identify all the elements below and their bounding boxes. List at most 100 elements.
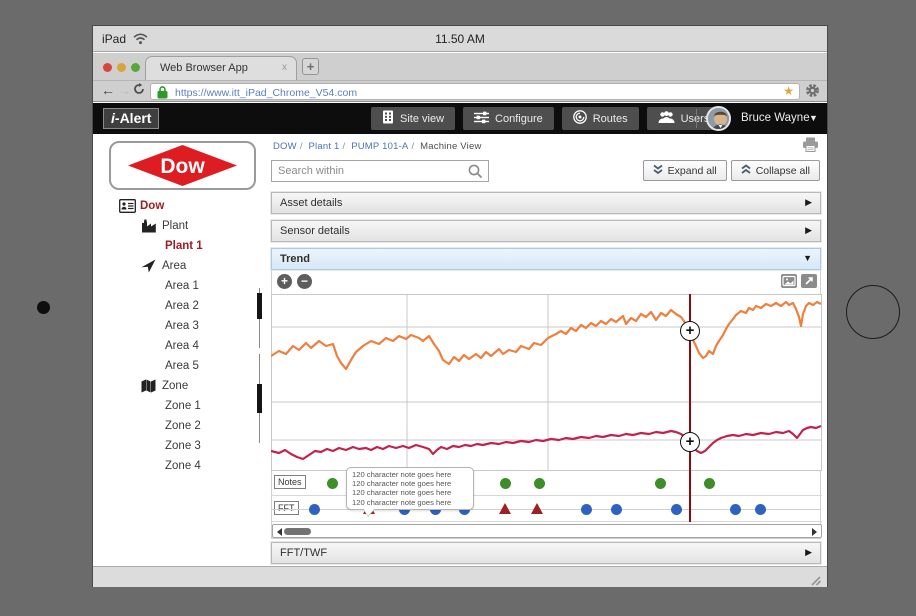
cursor-marker-upper[interactable]: + — [680, 321, 700, 341]
note-marker[interactable] — [327, 478, 338, 489]
cursor-marker-lower[interactable]: + — [680, 432, 700, 452]
fft-data-marker[interactable] — [581, 504, 592, 515]
dow-logo-text: Dow — [160, 155, 205, 178]
note-tooltip-line: 120 character note goes here — [352, 498, 468, 507]
app-bar-buttons: Site view Configure Routes Users — [371, 107, 720, 130]
routes-button[interactable]: Routes — [562, 107, 639, 130]
configure-button[interactable]: Configure — [463, 107, 554, 130]
double-chevron-down-icon — [653, 164, 663, 178]
user-avatar[interactable] — [706, 106, 731, 131]
fft-data-marker[interactable] — [730, 504, 741, 515]
url-text: https://www.itt_iPad_Chrome_V54.com — [175, 87, 357, 99]
user-menu-caret-icon[interactable]: ▼ — [809, 113, 818, 123]
tree-item-label: Zone 1 — [165, 400, 201, 412]
tree-item-zone[interactable]: Zone — [93, 376, 271, 396]
note-tooltip-line: 120 character note goes here — [352, 479, 468, 488]
note-marker[interactable] — [704, 478, 715, 489]
trend-chart[interactable] — [271, 294, 822, 471]
user-name[interactable]: Bruce Wayne — [741, 112, 810, 124]
fft-data-marker[interactable] — [611, 504, 622, 515]
expand-all-label: Expand all — [668, 165, 717, 177]
upper-panel-vscrollbar-thumb[interactable] — [257, 293, 262, 319]
note-marker[interactable] — [500, 478, 511, 489]
tree-item-label: Zone 4 — [165, 460, 201, 472]
breadcrumb-link[interactable]: DOW — [273, 141, 297, 152]
accordion-trend[interactable]: Trend ▼ — [271, 248, 821, 270]
tree-item-label: Area 1 — [165, 280, 199, 292]
fullscreen-icon[interactable] — [801, 274, 817, 288]
trend-panel: + − Notes FFT — [271, 271, 821, 539]
lower-panel-vscrollbar-thumb[interactable] — [257, 384, 262, 413]
scroll-right-icon[interactable] — [812, 528, 817, 536]
new-tab-button[interactable]: + — [302, 58, 319, 75]
home-button[interactable] — [846, 285, 900, 339]
zoom-out-button[interactable]: − — [297, 274, 312, 289]
trend-label: Trend — [280, 253, 310, 265]
breadcrumb-link[interactable]: Plant 1 — [309, 141, 340, 152]
main-panel: DOW/ Plant 1/ PUMP 101-A/ Machine View — [271, 134, 821, 566]
zoom-in-button[interactable]: + — [277, 274, 292, 289]
fft-alarm-triangle-marker[interactable] — [531, 503, 543, 514]
maximize-window-light[interactable] — [131, 63, 140, 72]
scroll-left-icon[interactable] — [277, 528, 282, 536]
hscrollbar-thumb[interactable] — [284, 528, 311, 535]
accordion-asset-details[interactable]: Asset details ▶ — [271, 192, 821, 214]
minimize-window-light[interactable] — [117, 63, 126, 72]
tab-close-icon[interactable]: x — [282, 62, 287, 73]
chart-plot-area[interactable] — [272, 295, 822, 471]
tree-item-plant[interactable]: Plant — [93, 216, 271, 236]
factory-icon — [141, 219, 158, 234]
site-view-label: Site view — [400, 113, 444, 125]
users-icon — [658, 111, 675, 127]
refresh-icon[interactable] — [133, 82, 145, 98]
chevron-down-icon: ▼ — [803, 253, 812, 263]
forward-icon[interactable]: → — [117, 82, 131, 98]
tree-item-label: Zone — [162, 380, 188, 392]
building-icon — [382, 110, 394, 127]
tree-item-area-2[interactable]: Area 2 — [93, 296, 271, 316]
tree-item-zone-2[interactable]: Zone 2 — [93, 416, 271, 436]
print-icon[interactable] — [802, 137, 819, 157]
tree-item-dow[interactable]: Dow — [93, 196, 271, 216]
fft-data-marker[interactable] — [671, 504, 682, 515]
fft-data-marker[interactable] — [309, 504, 320, 515]
tree-item-label: Area 2 — [165, 300, 199, 312]
breadcrumb-link[interactable]: PUMP 101-A — [351, 141, 408, 152]
close-window-light[interactable] — [103, 63, 112, 72]
settings-gear-icon[interactable] — [805, 83, 820, 103]
search-icon[interactable] — [468, 164, 483, 184]
search-input[interactable] — [278, 162, 458, 180]
tree-item-label: Area 3 — [165, 320, 199, 332]
site-view-button[interactable]: Site view — [371, 107, 455, 130]
tree-item-plant-1[interactable]: Plant 1 — [93, 236, 271, 256]
status-time: 11.50 AM — [93, 32, 827, 46]
tree-item-area-4[interactable]: Area 4 — [93, 336, 271, 356]
tree-item-label: Dow — [140, 200, 164, 212]
tree-item-zone-3[interactable]: Zone 3 — [93, 436, 271, 456]
resize-handle-icon[interactable] — [808, 573, 821, 591]
expand-all-button[interactable]: Expand all — [643, 160, 727, 181]
collapse-all-button[interactable]: Collapse all — [731, 160, 820, 181]
browser-tab[interactable]: Web Browser App x — [145, 56, 297, 80]
asset-details-label: Asset details — [280, 197, 342, 209]
bookmark-star-icon[interactable]: ★ — [783, 84, 794, 98]
screen: iPad 11.50 AM Web Browser App x + ← → — [92, 25, 828, 587]
content-area: Dow DowPlantPlant 1AreaArea 1Area 2Area … — [93, 134, 827, 566]
accordion-sensor-details[interactable]: Sensor details ▶ — [271, 220, 821, 242]
note-marker[interactable] — [655, 478, 666, 489]
fft-data-marker[interactable] — [755, 504, 766, 515]
tree-item-area-5[interactable]: Area 5 — [93, 356, 271, 376]
tree-item-zone-4[interactable]: Zone 4 — [93, 456, 271, 476]
tree-item-area-3[interactable]: Area 3 — [93, 316, 271, 336]
back-icon[interactable]: ← — [101, 82, 115, 98]
accordion-ffttwf[interactable]: FFT/TWF ▶ — [271, 542, 821, 564]
url-bar[interactable]: https://www.itt_iPad_Chrome_V54.com ★ — [150, 83, 800, 100]
export-image-icon[interactable] — [781, 274, 797, 288]
chart-hscrollbar[interactable] — [272, 524, 822, 538]
breadcrumb-current: Machine View — [420, 141, 481, 152]
tree-item-zone-1[interactable]: Zone 1 — [93, 396, 271, 416]
note-marker[interactable] — [534, 478, 545, 489]
tree-item-area-1[interactable]: Area 1 — [93, 276, 271, 296]
tree-item-area[interactable]: Area — [93, 256, 271, 276]
fft-alarm-triangle-marker[interactable] — [499, 503, 511, 514]
